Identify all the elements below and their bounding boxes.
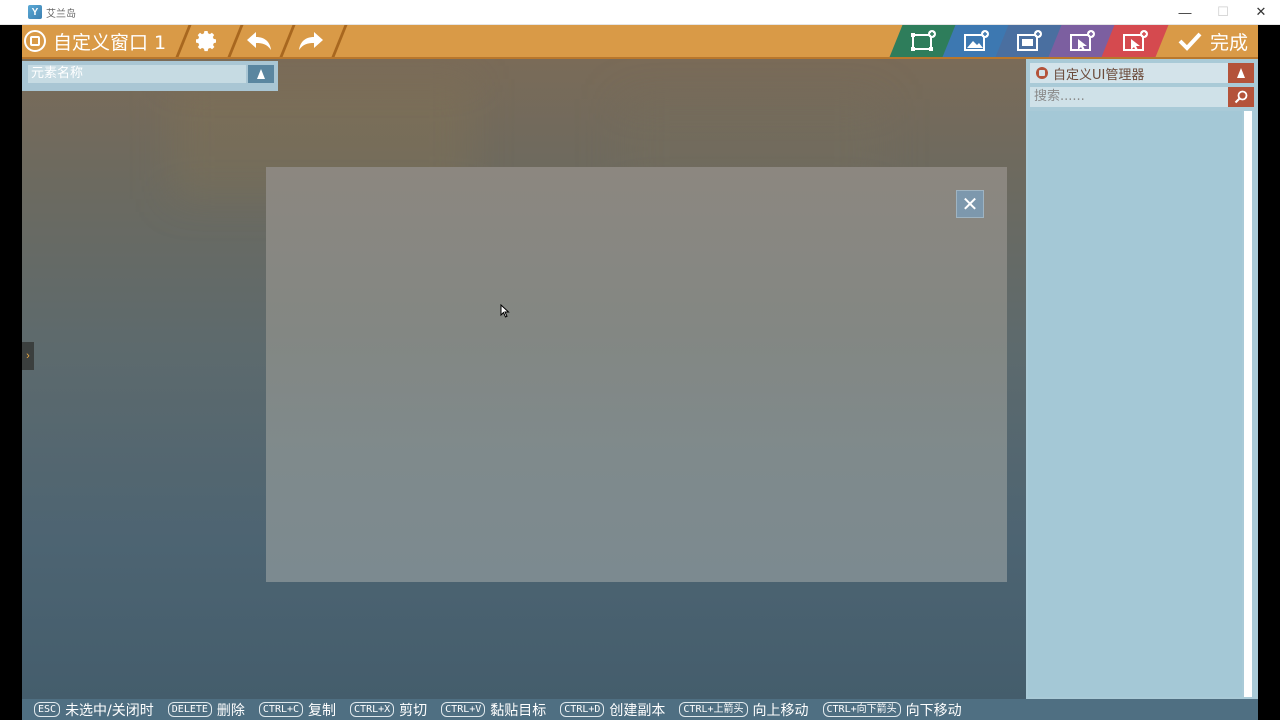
shortcut-bar: ESC 未选中/关闭时 DELETE 删除 CTRL+C 复制 CTRL+X 剪… [22,699,1258,720]
ui-manager-search[interactable]: 搜索...... [1030,87,1254,107]
expand-left-panel-handle[interactable]: › [22,342,34,370]
left-letterbox [0,25,22,720]
redo-button[interactable] [296,27,326,55]
add-frame-icon [911,30,936,51]
settings-button[interactable] [192,27,222,55]
close-window-button[interactable]: ✕ [1242,0,1280,24]
shortcut-label: 创建副本 [609,702,666,719]
shortcut-key: ESC [34,702,61,717]
done-button[interactable]: 完成 [1178,25,1248,57]
shortcut-key: CTRL+向下箭头 [822,702,901,717]
shortcut-key: DELETE [167,702,212,717]
shortcut-label: 剪切 [399,702,428,719]
custom-window-panel[interactable]: ✕ [266,167,1007,582]
triangle-up-icon [1237,68,1245,78]
done-label: 完成 [1209,31,1248,54]
shortcut-key: CTRL+V [441,702,486,717]
minimize-button[interactable]: — [1166,0,1204,24]
ui-manager-header: 自定义UI管理器 [1030,63,1254,83]
shortcut-label: 未选中/关闭时 [65,702,154,719]
checkmark-icon [1178,32,1202,51]
shortcut-delete: DELETE 删除 [167,700,245,720]
add-panel-icon [1017,30,1042,51]
maximize-button[interactable]: ☐ [1204,0,1242,24]
name-dropdown-button[interactable] [248,65,274,83]
window-name-tab[interactable]: 自定义窗口 1 [24,27,166,55]
add-clickable-icon [1123,30,1148,51]
toolbar-separator [279,25,296,57]
shortcut-key: CTRL+C [258,702,304,717]
toolbar-separator [175,25,192,57]
add-clickable-button[interactable] [1101,25,1169,57]
shortcut-label: 向上移动 [752,702,809,719]
ui-element-list[interactable] [1028,111,1242,697]
ui-manager-panel: 自定义UI管理器 搜索...... [1026,59,1258,700]
mouse-cursor-icon [500,304,510,318]
ui-manager-collapse-button[interactable] [1228,63,1254,83]
add-button-icon [1070,30,1095,51]
os-title-bar: Y 艾兰岛 — ☐ ✕ [0,0,1280,25]
add-image-icon [964,30,989,51]
shortcut-label: 向下移动 [905,702,962,719]
shortcut-key: CTRL+D [560,702,605,717]
element-name-input[interactable]: 元素名称 [28,65,246,83]
redo-icon [299,32,323,50]
editor-toolbar: 自定义窗口 1 完成 [22,25,1258,59]
triangle-up-icon [257,69,265,79]
ui-manager-title: 自定义UI管理器 [1053,67,1145,83]
shortcut-paste: CTRL+V 黏贴目标 [441,700,546,720]
shortcut-cut: CTRL+X 剪切 [350,700,427,720]
toolbar-separator [331,25,348,57]
window-name-label: 自定义窗口 1 [53,31,167,54]
app-icon: Y [28,5,42,19]
shortcut-copy: CTRL+C 复制 [258,700,337,720]
search-button[interactable] [1228,87,1254,107]
list-scrollbar[interactable] [1244,111,1252,697]
toolbar-separator [227,25,244,57]
shortcut-label: 删除 [216,702,245,719]
shortcut-move-down: CTRL+向下箭头 向下移动 [822,700,962,720]
shortcut-label: 复制 [308,702,337,719]
undo-button[interactable] [244,27,274,55]
panel-close-button[interactable]: ✕ [956,190,984,218]
shortcut-esc: ESC 未选中/关闭时 [34,700,154,720]
search-input[interactable]: 搜索...... [1034,89,1085,104]
ui-manager-icon [1036,67,1048,79]
shortcut-move-up: CTRL+上箭头 向上移动 [679,700,809,720]
ui-window-icon [24,30,46,52]
shortcut-label: 黏贴目标 [490,702,547,719]
shortcut-key: CTRL+上箭头 [679,702,748,717]
window-controls: — ☐ ✕ [1166,0,1280,24]
window-title: 艾兰岛 [46,8,76,20]
shortcut-duplicate: CTRL+D 创建副本 [560,700,665,720]
element-name-bar: 元素名称 [22,61,278,91]
gear-icon [196,31,216,52]
undo-icon [247,32,271,50]
search-icon [1234,90,1248,104]
shortcut-key: CTRL+X [350,702,395,717]
right-letterbox [1258,25,1280,720]
design-canvas[interactable]: 元素名称 › ✕ [22,59,1026,700]
